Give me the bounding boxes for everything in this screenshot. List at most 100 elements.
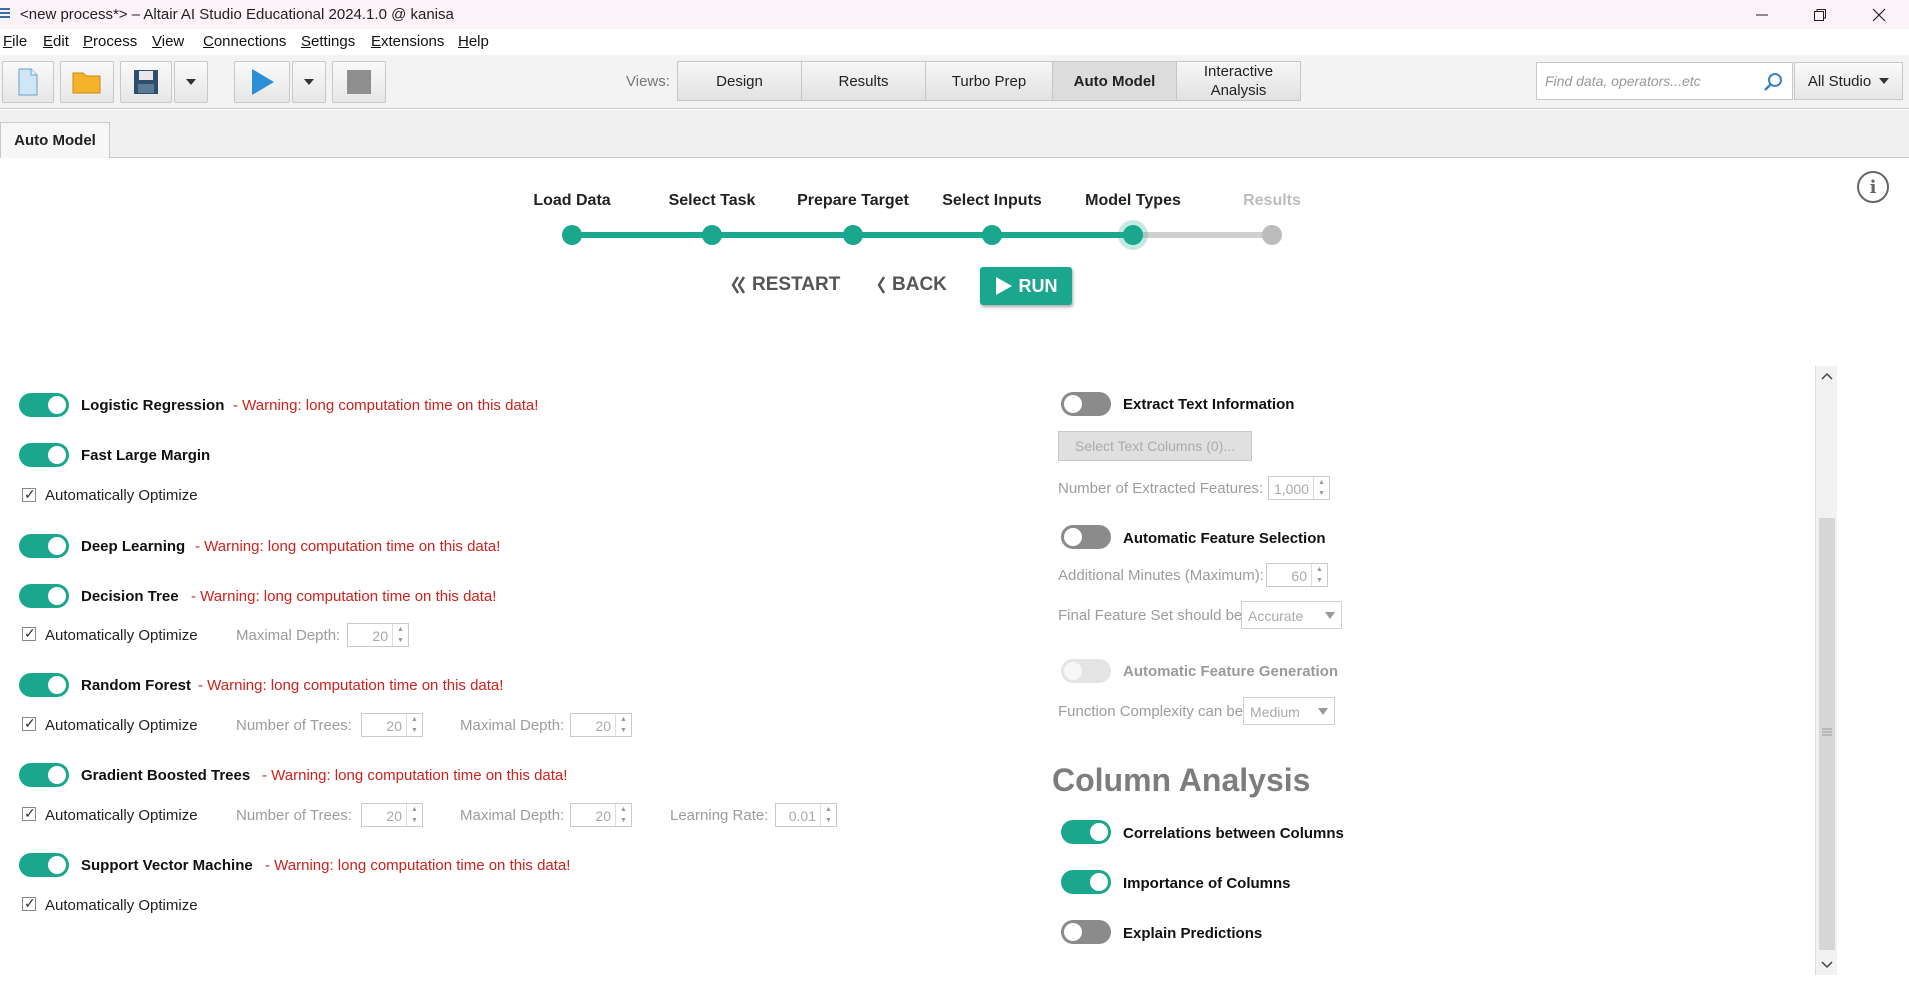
- num-trees-label-random-forest: Number of Trees:: [236, 717, 352, 734]
- function-complexity-dropdown[interactable]: Medium: [1243, 697, 1335, 725]
- step-label-prepare-target: Prepare Target: [797, 192, 909, 209]
- select-text-columns-button[interactable]: Select Text Columns (0)...: [1058, 431, 1252, 461]
- scrollbar-thumb[interactable]: [1819, 518, 1835, 950]
- toggle-extract-text-information[interactable]: [1061, 392, 1111, 416]
- toggle-deep-learning[interactable]: [19, 534, 69, 558]
- function-complexity-label: Function Complexity can be: [1058, 703, 1244, 720]
- toggle-automatic-feature-generation[interactable]: [1061, 659, 1111, 683]
- toggle-support-vector-machine[interactable]: [19, 853, 69, 877]
- toggle-random-forest[interactable]: [19, 673, 69, 697]
- optimize-label-fast-large-margin: Automatically Optimize: [45, 487, 198, 504]
- toggle-correlations-between-columns[interactable]: [1061, 820, 1111, 844]
- step-dot-select-task[interactable]: [702, 225, 722, 245]
- max-depth-spinner-random-forest[interactable]: 20 ▲ ▼: [570, 713, 632, 737]
- step-dot-select-inputs[interactable]: [982, 225, 1002, 245]
- additional-minutes-spinner[interactable]: 60 ▲ ▼: [1266, 563, 1328, 587]
- model-name-fast-large-margin: Fast Large Margin: [81, 447, 211, 464]
- optimize-checkbox-support-vector-machine[interactable]: [22, 895, 36, 912]
- spinner-arrows-icon[interactable]: ▲ ▼: [615, 714, 631, 736]
- play-icon: [995, 277, 1012, 295]
- toggle-fast-large-margin[interactable]: [19, 443, 69, 467]
- warning-random-forest: - Warning: long computation time on this…: [198, 677, 504, 694]
- scroll-up-button[interactable]: [1816, 366, 1838, 386]
- vertical-scrollbar[interactable]: [1815, 366, 1837, 975]
- spinner-arrows-icon[interactable]: ▲ ▼: [1311, 564, 1327, 586]
- chevron-down-icon: [1821, 961, 1833, 969]
- warning-decision-tree: - Warning: long computation time on this…: [191, 588, 497, 605]
- column-analysis-title: Column Analysis: [1052, 762, 1311, 798]
- scroll-down-button[interactable]: [1816, 955, 1838, 975]
- optimize-label-random-forest: Automatically Optimize: [45, 717, 198, 734]
- model-name-support-vector-machine: Support Vector Machine: [81, 857, 253, 874]
- learning-rate-label: Learning Rate:: [670, 807, 769, 824]
- chevron-down-icon: [1325, 612, 1335, 619]
- spinner-arrows-icon[interactable]: ▲ ▼: [406, 714, 422, 736]
- max-depth-label-gradient-boosted-trees: Maximal Depth:: [460, 807, 565, 824]
- warning-deep-learning: - Warning: long computation time on this…: [195, 538, 501, 555]
- run-label: RUN: [1018, 275, 1058, 296]
- step-label-select-task: Select Task: [668, 192, 756, 209]
- optimize-checkbox-gradient-boosted-trees[interactable]: [22, 805, 36, 822]
- chevron-up-icon: [1821, 372, 1833, 380]
- max-depth-spinner-decision-tree[interactable]: 20 ▲ ▼: [347, 623, 409, 647]
- toggle-logistic-regression[interactable]: [19, 393, 69, 417]
- optimize-label-decision-tree: Automatically Optimize: [45, 627, 198, 644]
- spinner-arrows-icon[interactable]: ▲ ▼: [406, 804, 422, 826]
- additional-minutes-value: 60: [1291, 568, 1307, 584]
- chevron-left-icon: [877, 276, 886, 294]
- model-name-gradient-boosted-trees: Gradient Boosted Trees: [81, 767, 251, 784]
- step-label-load-data: Load Data: [533, 192, 611, 209]
- label-extract-text-information: Extract Text Information: [1123, 396, 1295, 413]
- num-extracted-features-label: Number of Extracted Features:: [1058, 480, 1264, 497]
- num-extracted-features-spinner[interactable]: 1,000 ▲ ▼: [1268, 476, 1330, 500]
- model-name-logistic-regression: Logistic Regression: [81, 397, 225, 414]
- optimize-checkbox-decision-tree[interactable]: [22, 625, 36, 642]
- optimize-checkbox-fast-large-margin[interactable]: [22, 486, 36, 503]
- num-trees-label-gradient-boosted-trees: Number of Trees:: [236, 807, 352, 824]
- model-name-deep-learning: Deep Learning: [81, 538, 186, 555]
- num-trees-value-random-forest: 20: [386, 718, 402, 734]
- step-label-model-types: Model Types: [1085, 192, 1181, 209]
- chevron-down-icon: [1318, 708, 1328, 715]
- final-feature-set-value: Accurate: [1248, 608, 1304, 624]
- max-depth-label-decision-tree: Maximal Depth:: [236, 627, 341, 644]
- spinner-arrows-icon[interactable]: ▲ ▼: [1313, 477, 1329, 499]
- max-depth-spinner-gradient-boosted-trees[interactable]: 20 ▲ ▼: [570, 803, 632, 827]
- warning-support-vector-machine: - Warning: long computation time on this…: [265, 857, 571, 874]
- model-name-random-forest: Random Forest: [81, 677, 192, 694]
- additional-minutes-label: Additional Minutes (Maximum):: [1058, 567, 1264, 584]
- restart-label: RESTART: [752, 274, 841, 295]
- label-automatic-feature-generation: Automatic Feature Generation: [1123, 663, 1339, 680]
- run-button[interactable]: RUN: [980, 267, 1072, 305]
- model-name-decision-tree: Decision Tree: [81, 588, 179, 605]
- spinner-arrows-icon[interactable]: ▲ ▼: [615, 804, 631, 826]
- toggle-automatic-feature-selection[interactable]: [1061, 525, 1111, 549]
- stepper-track: [572, 232, 1272, 238]
- back-label: BACK: [892, 274, 947, 295]
- max-depth-value-gradient-boosted-trees: 20: [595, 808, 611, 824]
- num-trees-spinner-gradient-boosted-trees[interactable]: 20 ▲ ▼: [361, 803, 423, 827]
- step-label-select-inputs: Select Inputs: [942, 192, 1042, 209]
- step-dot-load-data[interactable]: [562, 225, 582, 245]
- restart-button[interactable]: RESTART: [730, 274, 840, 296]
- max-depth-value-decision-tree: 20: [372, 628, 388, 644]
- label-importance-of-columns: Importance of Columns: [1123, 875, 1291, 892]
- final-feature-set-dropdown[interactable]: Accurate: [1241, 601, 1342, 629]
- toggle-gradient-boosted-trees[interactable]: [19, 763, 69, 787]
- grip-icon: [1822, 728, 1832, 736]
- back-button[interactable]: BACK: [876, 274, 947, 296]
- num-trees-spinner-random-forest[interactable]: 20 ▲ ▼: [361, 713, 423, 737]
- toggle-explain-predictions[interactable]: [1061, 920, 1111, 944]
- learning-rate-spinner[interactable]: 0.01 ▲ ▼: [775, 803, 837, 827]
- step-dot-results: [1262, 225, 1282, 245]
- toggle-importance-of-columns[interactable]: [1061, 870, 1111, 894]
- step-dot-model-types[interactable]: [1123, 225, 1143, 245]
- step-dot-prepare-target[interactable]: [843, 225, 863, 245]
- spinner-arrows-icon[interactable]: ▲ ▼: [392, 624, 408, 646]
- step-label-results: Results: [1243, 192, 1301, 209]
- double-chevron-left-icon: [731, 276, 746, 294]
- toggle-decision-tree[interactable]: [19, 584, 69, 608]
- optimize-checkbox-random-forest[interactable]: [22, 715, 36, 732]
- warning-logistic-regression: - Warning: long computation time on this…: [233, 397, 539, 414]
- spinner-arrows-icon[interactable]: ▲ ▼: [820, 804, 836, 826]
